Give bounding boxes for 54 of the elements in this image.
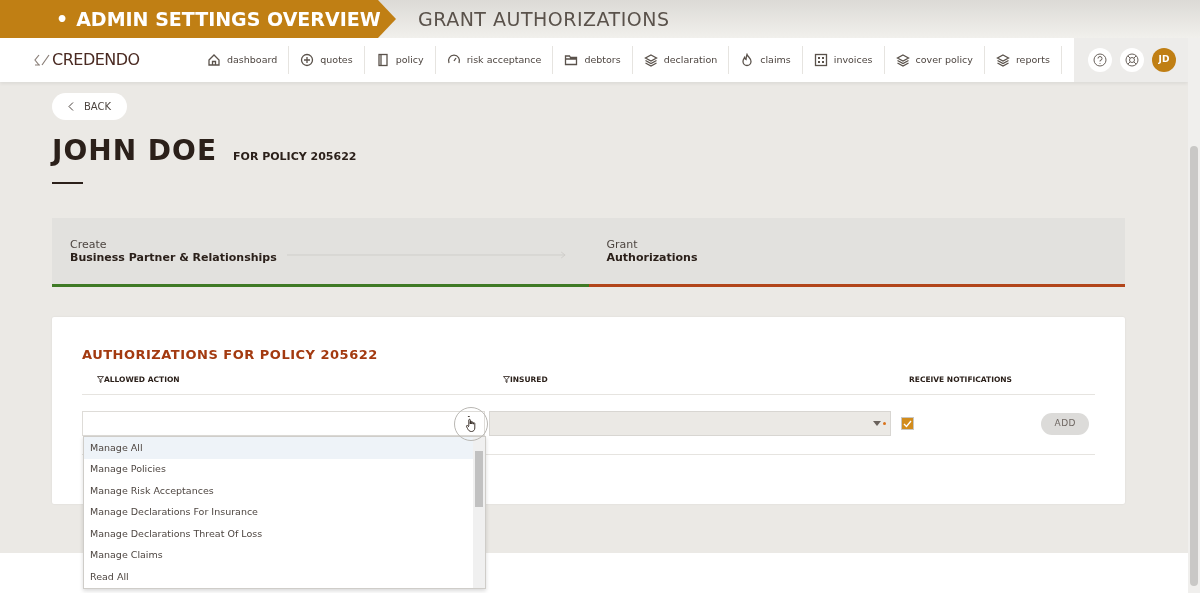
filter-icon[interactable] (97, 376, 104, 384)
nav-link[interactable]: risk acceptance (435, 46, 554, 74)
logo-mark-icon (34, 53, 50, 67)
brand-name: CREDENDO (52, 49, 140, 71)
step-label: Create (70, 238, 108, 251)
hand-cursor-icon (465, 415, 477, 434)
book-icon (375, 53, 390, 67)
filter-icon[interactable] (503, 376, 510, 384)
layers-icon (643, 53, 658, 67)
nav-link[interactable]: policy (364, 46, 436, 74)
dropdown-option[interactable]: Manage Risk Acceptances (84, 480, 473, 502)
nav-link[interactable]: debtors (553, 46, 633, 74)
layers-icon (895, 53, 910, 67)
notifications-checkbox[interactable] (901, 417, 914, 431)
checkmark-icon (903, 419, 912, 428)
required-mark-icon (883, 422, 886, 426)
nav-link[interactable]: declaration (632, 46, 730, 74)
dropdown-option[interactable]: Manage All (84, 437, 473, 459)
dropdown-option[interactable]: Manage Declarations Threat Of Loss (84, 523, 473, 545)
nav-link[interactable]: reports (984, 46, 1062, 74)
scrollbar[interactable] (1188, 38, 1200, 593)
scrollbar-thumb[interactable] (1190, 146, 1198, 586)
grid-icon (813, 53, 828, 67)
home-icon (207, 53, 221, 67)
support-button[interactable] (1120, 48, 1144, 72)
step-title: Authorizations (606, 250, 698, 264)
nav-link[interactable]: quotes (289, 46, 365, 74)
dropdown-option[interactable]: Manage Policies (84, 458, 473, 481)
section-title: ADMIN SETTINGS OVERVIEW (76, 6, 381, 32)
lifebuoy-icon (1125, 53, 1139, 67)
dropdown-option[interactable]: Manage Declarations For Insurance (84, 501, 473, 524)
nav-link[interactable]: claims (729, 46, 803, 74)
step-label: Grant (606, 238, 639, 251)
dropdown-scrollbar[interactable] (473, 437, 485, 588)
bullet-mark: • (56, 6, 69, 32)
chevron-left-icon (68, 102, 74, 111)
step-title: Business Partner & Relationships (70, 250, 277, 264)
nav-link[interactable]: dashboard (196, 46, 290, 74)
dropdown-option[interactable]: Read All (84, 566, 473, 588)
person-name: JOHN DOE (52, 134, 217, 168)
nav-link[interactable]: invoices (802, 46, 885, 74)
help-icon (1093, 53, 1107, 67)
help-button[interactable] (1088, 48, 1112, 72)
layers-icon (995, 53, 1010, 67)
policy-subtitle: FOR POLICY 205622 (233, 149, 357, 165)
caret-down-icon (873, 421, 881, 427)
folder-icon (564, 53, 579, 67)
flame-icon (740, 53, 755, 67)
dropdown-option[interactable]: Manage Claims (84, 544, 473, 567)
nav-link[interactable]: cover policy (884, 46, 985, 74)
page-title: GRANT AUTHORIZATIONS (418, 6, 670, 32)
plus-circle-icon (300, 53, 315, 67)
card-title: AUTHORIZATIONS FOR POLICY 205622 (82, 345, 379, 364)
back-button[interactable]: BACK (52, 93, 128, 120)
